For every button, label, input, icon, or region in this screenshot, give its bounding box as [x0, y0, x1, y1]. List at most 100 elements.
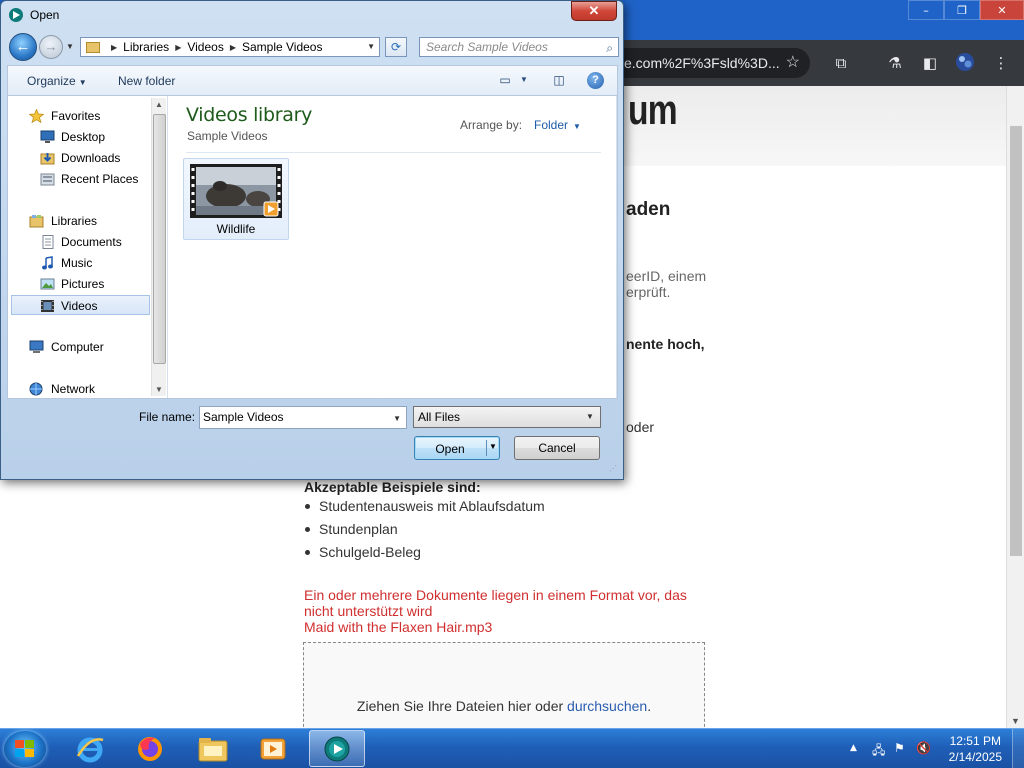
address-history-dropdown-icon[interactable]: ▼ [367, 42, 375, 51]
dialog-titlebar[interactable]: Open ✕ [1, 1, 623, 29]
scroll-down-arrow-icon[interactable]: ▼ [1011, 716, 1020, 726]
sidebar-item-label: Computer [51, 340, 104, 354]
sidebar-item-documents[interactable]: Documents [8, 232, 150, 252]
open-button[interactable]: Open ▼ [414, 436, 500, 460]
breadcrumb-separator-icon[interactable]: ▶ [230, 43, 236, 52]
back-button[interactable]: ← [9, 33, 37, 61]
arrange-by-dropdown[interactable]: Folder ▼ [534, 118, 581, 132]
file-dropzone[interactable]: Ziehen Sie Ihre Dateien hier oder durchs… [303, 642, 705, 732]
restore-button[interactable]: ❐ [944, 0, 980, 20]
list-item: Studentenausweis mit Ablaufsdatum [304, 498, 545, 521]
minimize-button[interactable]: – [908, 0, 944, 20]
page-scrollbar[interactable]: ▼ [1006, 86, 1024, 728]
chevron-down-icon[interactable]: ▼ [393, 408, 401, 429]
app-icon [8, 7, 24, 23]
view-options-dropdown-icon[interactable]: ▼ [516, 72, 532, 88]
navigation-scrollbar-thumb[interactable] [153, 114, 166, 364]
recent-pages-dropdown-icon[interactable]: ▼ [66, 42, 76, 52]
sidebar-item-computer[interactable]: Computer [8, 337, 150, 357]
dialog-navigation-bar: ← → ▼ ▶ Libraries ▶ Videos ▶ Sample Vide… [7, 32, 619, 62]
show-desktop-button[interactable] [1012, 729, 1024, 768]
breadcrumb-sample-videos[interactable]: Sample Videos [242, 40, 323, 54]
new-folder-button[interactable]: New folder [118, 74, 175, 88]
forward-button[interactable]: → [39, 35, 63, 59]
file-name: Wildlife [216, 222, 256, 236]
breadcrumb-separator-icon[interactable]: ▶ [175, 43, 181, 52]
breadcrumb-libraries[interactable]: Libraries [123, 40, 169, 54]
sidebar-item-label: Desktop [61, 130, 106, 144]
organize-button[interactable]: Organize ▼ [27, 74, 87, 88]
arrange-by-label: Arrange by: [460, 118, 523, 132]
refresh-button[interactable]: ⟳ [385, 37, 407, 57]
library-title: Videos library [186, 104, 313, 126]
scroll-up-arrow-icon[interactable]: ▲ [155, 100, 163, 109]
labs-flask-icon[interactable]: ⚗ [884, 52, 906, 74]
side-panel-icon[interactable]: ◧ [919, 52, 941, 74]
sidebar-item-desktop[interactable]: Desktop [8, 127, 150, 147]
instruction-text: oder [626, 419, 655, 435]
computer-icon [29, 340, 44, 354]
bookmark-star-icon[interactable]: ☆ [786, 48, 800, 78]
examples-list: Studentenausweis mit Ablaufsdatum Stunde… [304, 498, 545, 567]
browser-close-button[interactable]: ✕ [980, 0, 1024, 20]
list-item: Schulgeld-Beleg [304, 544, 545, 567]
video-thumbnail [190, 164, 282, 218]
open-options-dropdown-icon[interactable]: ▼ [489, 442, 497, 451]
sidebar-item-favorites[interactable]: Favorites [8, 106, 150, 126]
internet-explorer-icon [76, 737, 104, 762]
file-type-select[interactable]: All Files ▼ [413, 406, 601, 428]
taskbar-firefox[interactable] [122, 730, 178, 767]
sidebar-item-libraries[interactable]: Libraries [8, 211, 150, 231]
action-center-flag-icon[interactable]: ⚑ [894, 741, 905, 755]
volume-muted-icon[interactable]: 🔇 [916, 741, 931, 755]
file-name-input[interactable]: Sample Videos ▼ [199, 406, 407, 429]
breadcrumb[interactable]: ▶ Libraries ▶ Videos ▶ Sample Videos ▼ [80, 37, 380, 57]
system-tray: ▲ 🖧 ⚑ 🔇 12:51 PM 2/14/2025 [834, 729, 1024, 768]
taskbar-internet-explorer[interactable] [62, 730, 118, 767]
page-scrollbar-thumb[interactable] [1010, 126, 1022, 556]
sidebar-item-pictures[interactable]: Pictures [8, 274, 150, 294]
file-item-wildlife[interactable]: Wildlife [183, 158, 289, 240]
navigation-scrollbar[interactable]: ▲ ▼ [151, 98, 166, 396]
start-button[interactable] [4, 731, 46, 767]
clock[interactable]: 12:51 PM 2/14/2025 [949, 733, 1002, 765]
show-hidden-icons-icon[interactable]: ▲ [850, 743, 857, 753]
breadcrumb-separator-icon[interactable]: ▶ [111, 43, 117, 52]
taskbar-media-player[interactable] [245, 730, 301, 767]
divider [186, 152, 601, 153]
browse-link[interactable]: durchsuchen [567, 698, 647, 714]
scroll-down-arrow-icon[interactable]: ▼ [155, 385, 163, 394]
taskbar-file-explorer[interactable] [185, 730, 241, 767]
dropzone-suffix: . [647, 698, 652, 714]
dialog-command-bar: Organize ▼ New folder ▭ ▼ ◫ ? [7, 65, 618, 95]
folder-icon [86, 41, 100, 53]
network-status-icon[interactable]: 🖧 [872, 741, 885, 762]
chevron-down-icon[interactable]: ▼ [583, 410, 597, 424]
cancel-button[interactable]: Cancel [514, 436, 600, 460]
change-view-icon[interactable]: ▭ [497, 72, 513, 88]
sidebar-item-label: Music [61, 256, 93, 270]
help-icon[interactable]: ? [587, 72, 604, 89]
resize-grip-icon[interactable]: ⋰ [609, 464, 617, 473]
search-icon[interactable]: ⌕ [606, 39, 613, 57]
search-input[interactable]: Search Sample Videos ⌕ [419, 37, 619, 57]
file-list-pane: Videos library Sample Videos Arrange by:… [169, 96, 617, 398]
firefox-icon [138, 736, 162, 761]
breadcrumb-videos[interactable]: Videos [187, 40, 223, 54]
sidebar-item-music[interactable]: Music [8, 253, 150, 273]
divider [616, 96, 617, 398]
url-text: e.com%2F%3Fsld%3D... [624, 55, 780, 71]
address-bar[interactable]: e.com%2F%3Fsld%3D... ☆ [610, 48, 810, 78]
sidebar-item-recent-places[interactable]: Recent Places [8, 169, 150, 189]
browser-menu-icon[interactable]: ⋮ [990, 52, 1012, 74]
extensions-icon[interactable]: ⧉ [830, 52, 852, 74]
sidebar-item-videos[interactable]: Videos [11, 295, 150, 315]
profile-avatar-icon[interactable] [954, 52, 976, 74]
sidebar-item-downloads[interactable]: Downloads [8, 148, 150, 168]
pictures-icon [40, 277, 55, 291]
taskbar-active-app[interactable] [309, 730, 365, 767]
preview-pane-icon[interactable]: ◫ [551, 72, 567, 88]
sidebar-item-label: Videos [61, 299, 98, 313]
sidebar-item-network[interactable]: Network [8, 379, 150, 398]
dialog-close-button[interactable]: ✕ [571, 1, 617, 21]
